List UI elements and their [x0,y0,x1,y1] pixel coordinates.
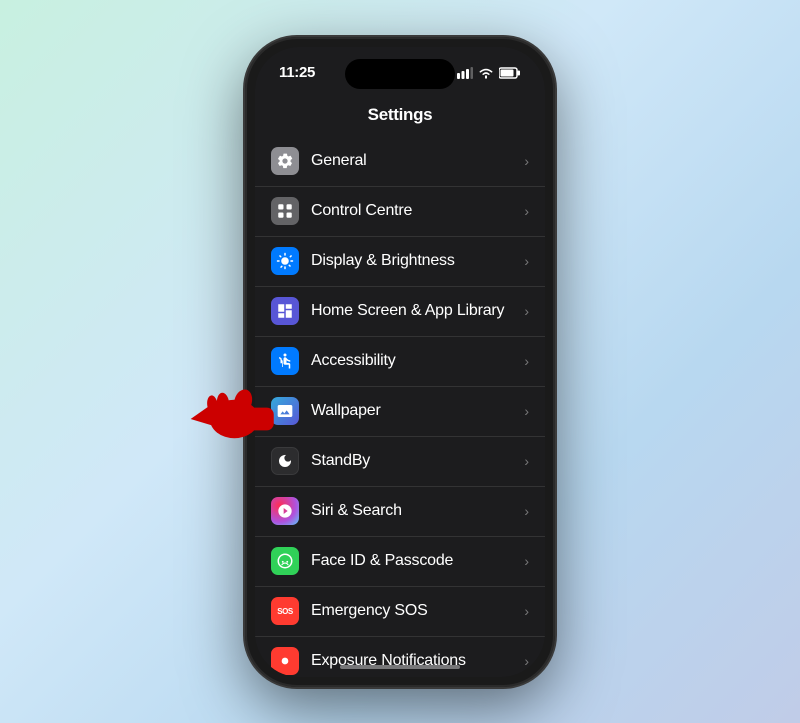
accessibility-label: Accessibility [311,352,524,370]
dynamic-island [345,59,455,89]
faceid-chevron: › [524,553,529,569]
exposure-icon [271,647,299,675]
emergency-icon: SOS [271,597,299,625]
standby-label: StandBy [311,452,524,470]
general-icon [271,147,299,175]
wallpaper-label: Wallpaper [311,402,524,420]
signal-icon [457,67,473,79]
display-label: Display & Brightness [311,252,524,270]
settings-item-faceid[interactable]: Face ID & Passcode › [255,537,545,587]
home-screen-chevron: › [524,303,529,319]
control-chevron: › [524,203,529,219]
settings-item-control-centre[interactable]: Control Centre › [255,187,545,237]
wifi-icon [478,67,494,79]
general-chevron: › [524,153,529,169]
faceid-label: Face ID & Passcode [311,552,524,570]
home-screen-icon [271,297,299,325]
settings-item-home-screen[interactable]: Home Screen & App Library › [255,287,545,337]
scene: 11:25 [245,37,555,687]
siri-label: Siri & Search [311,502,524,520]
settings-item-wallpaper[interactable]: Wallpaper › [255,387,545,437]
wallpaper-chevron: › [524,403,529,419]
settings-item-emergency[interactable]: SOS Emergency SOS › [255,587,545,637]
settings-item-accessibility[interactable]: Accessibility › [255,337,545,387]
settings-item-siri[interactable]: Siri & Search › [255,487,545,537]
siri-chevron: › [524,503,529,519]
settings-list: General › Control Centre › Display [255,137,545,677]
emergency-chevron: › [524,603,529,619]
display-chevron: › [524,253,529,269]
phone-frame: 11:25 [245,37,555,687]
standby-chevron: › [524,453,529,469]
battery-icon [499,67,521,79]
siri-icon [271,497,299,525]
emergency-label: Emergency SOS [311,602,524,620]
red-arrow-pointer [185,377,275,452]
settings-item-standby[interactable]: StandBy › [255,437,545,487]
accessibility-icon [271,347,299,375]
settings-item-general[interactable]: General › [255,137,545,187]
standby-icon [271,447,299,475]
settings-title: Settings [255,105,545,125]
control-icon [271,197,299,225]
status-icons [457,67,521,79]
status-time: 11:25 [279,64,315,81]
control-label: Control Centre [311,202,524,220]
home-screen-label: Home Screen & App Library [311,302,524,320]
settings-item-display[interactable]: Display & Brightness › [255,237,545,287]
phone-screen: 11:25 [255,47,545,677]
faceid-icon [271,547,299,575]
accessibility-chevron: › [524,353,529,369]
home-indicator [340,665,460,669]
settings-item-exposure[interactable]: Exposure Notifications › [255,637,545,677]
wallpaper-icon [271,397,299,425]
exposure-chevron: › [524,653,529,669]
display-icon [271,247,299,275]
general-label: General [311,152,524,170]
